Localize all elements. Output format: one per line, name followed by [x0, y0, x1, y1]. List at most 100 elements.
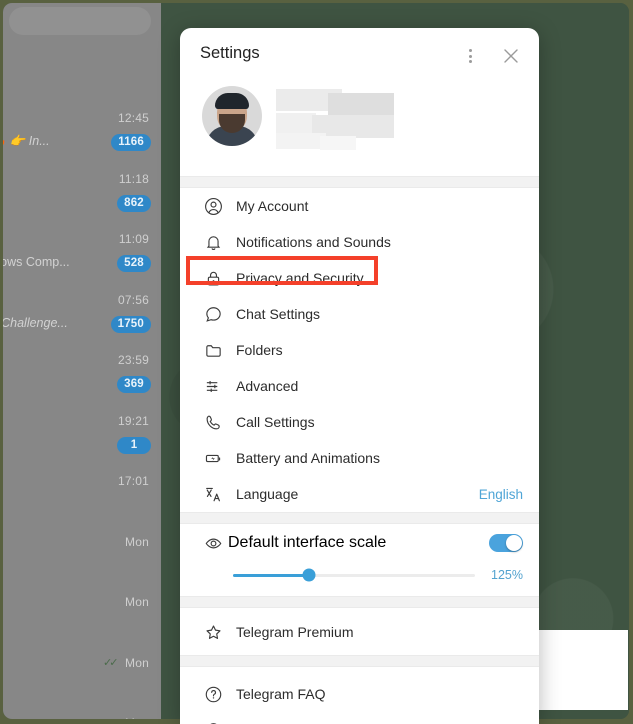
toggle-knob	[506, 535, 522, 551]
interface-scale-slider-row: 125%	[180, 560, 539, 586]
unread-badge: 1750	[110, 315, 151, 333]
chat-bubble-icon	[198, 305, 228, 324]
sidebar-item-telegram-features[interactable]: Telegram Features	[180, 712, 539, 724]
settings-menu-premium: Telegram Premium	[180, 608, 539, 655]
settings-dialog: Settings My Account Notifications and So…	[180, 28, 539, 724]
sidebar-item-telegram-faq[interactable]: Telegram FAQ	[180, 676, 539, 712]
folder-icon	[198, 341, 228, 360]
chat-snippet: ce 🔥 🔥 👉 In...	[3, 134, 50, 148]
close-icon	[504, 49, 518, 63]
list-item[interactable]: 11:18 862	[3, 169, 161, 230]
chat-time: Mon	[103, 656, 149, 670]
chat-time: 07:56	[117, 292, 149, 307]
sidebar-item-label: My Account	[236, 198, 309, 214]
list-item[interactable]: Mon	[3, 713, 161, 719]
sidebar-item-my-account[interactable]: My Account	[180, 188, 539, 224]
list-item[interactable]: 19:21 1	[3, 411, 161, 472]
default-interface-scale-row[interactable]: Default interface scale	[180, 526, 539, 560]
settings-menu-help: Telegram FAQ Telegram Features	[180, 667, 539, 724]
chat-list: 12:45 ce 🔥 🔥 👉 In... 1166 11:18 862 11:0…	[3, 108, 161, 719]
settings-menu-primary: My Account Notifications and Sounds Priv…	[180, 188, 539, 512]
sidebar-item-label: Telegram FAQ	[236, 686, 326, 702]
list-item[interactable]: Mon	[3, 532, 161, 593]
section-divider	[180, 655, 539, 667]
unread-badge: 369	[117, 376, 151, 393]
blurred-account-name	[276, 89, 394, 150]
sidebar-item-label: Folders	[236, 342, 283, 358]
sidebar-item-telegram-premium[interactable]: Telegram Premium	[180, 614, 539, 650]
close-button[interactable]	[497, 42, 525, 70]
page-title: Settings	[200, 44, 260, 62]
chat-time: 11:18	[118, 171, 149, 186]
avatar[interactable]	[202, 86, 262, 146]
language-value: English	[478, 486, 523, 502]
list-item[interactable]: 23:59 369	[3, 350, 161, 411]
interface-scale-slider[interactable]	[233, 568, 475, 582]
lightbulb-icon	[198, 721, 228, 724]
chat-time: Mon	[125, 595, 149, 609]
sidebar-item-chat-settings[interactable]: Chat Settings	[180, 296, 539, 332]
list-item[interactable]: Mon	[3, 592, 161, 653]
list-item[interactable]: 12:45 ce 🔥 🔥 👉 In... 1166	[3, 108, 161, 169]
list-item[interactable]: 11:09 ny Windows Comp... 528	[3, 229, 161, 290]
chat-time: 23:59	[117, 353, 149, 367]
more-options-button[interactable]	[456, 42, 484, 70]
translate-icon	[198, 485, 228, 504]
battery-icon	[198, 449, 228, 468]
chat-time: 11:09	[118, 232, 149, 246]
list-item[interactable]: Mon	[3, 653, 161, 714]
sidebar-item-label: Telegram Premium	[236, 624, 354, 640]
question-circle-icon	[198, 685, 228, 704]
unread-badge: 1166	[111, 134, 151, 151]
chat-time: 19:21	[117, 413, 149, 428]
chat-time: 17:01	[117, 474, 149, 488]
star-icon	[198, 623, 228, 642]
screenshot-root: 12:45 ce 🔥 🔥 👉 In... 1166 11:18 862 11:0…	[0, 0, 633, 724]
slider-thumb[interactable]	[302, 568, 316, 582]
sidebar-item-language[interactable]: Language English	[180, 476, 539, 512]
sidebar-item-label: Notifications and Sounds	[236, 234, 391, 250]
lock-icon	[198, 269, 228, 288]
interface-scale-toggle[interactable]	[489, 534, 523, 552]
sidebar-item-advanced[interactable]: Advanced	[180, 368, 539, 404]
sidebar-item-folders[interactable]: Folders	[180, 332, 539, 368]
sidebar-item-label: Call Settings	[236, 414, 315, 430]
sidebar-item-call-settings[interactable]: Call Settings	[180, 404, 539, 440]
slider-fill	[233, 573, 310, 577]
list-item[interactable]: 17:01	[3, 471, 161, 532]
chat-snippet: ion11 11Challenge...	[3, 315, 68, 330]
sidebar-item-label: Battery and Animations	[236, 450, 380, 466]
section-divider	[180, 176, 539, 188]
interface-scale-section: Default interface scale 125%	[180, 524, 539, 596]
dialog-header: Settings	[180, 28, 539, 84]
sidebar-item-label: Language	[236, 486, 299, 502]
unread-badge: 528	[117, 255, 151, 272]
interface-scale-value: 125%	[491, 568, 523, 582]
sidebar-item-label: Advanced	[236, 378, 299, 394]
user-circle-icon	[198, 197, 228, 216]
section-divider	[180, 512, 539, 524]
interface-scale-label: Default interface scale	[228, 534, 387, 551]
sidebar-item-notifications-and-sounds[interactable]: Notifications and Sounds	[180, 224, 539, 260]
kebab-menu-icon	[468, 47, 472, 66]
unread-badge: 1	[117, 436, 151, 454]
search-input[interactable]	[9, 7, 151, 35]
unread-badge: 862	[117, 194, 151, 212]
chat-time: Mon	[125, 534, 149, 549]
chat-time: Mon	[125, 716, 149, 719]
sidebar-item-label: Chat Settings	[236, 306, 321, 322]
list-item[interactable]: 07:56 ion11 11Challenge... 1750	[3, 290, 161, 351]
sidebar-item-label: Privacy and Security	[236, 270, 364, 286]
chat-snippet: ny Windows Comp...	[3, 255, 70, 269]
sidebar-item-privacy-and-security[interactable]: Privacy and Security	[180, 260, 539, 296]
eye-icon	[198, 534, 228, 553]
phone-icon	[198, 413, 228, 432]
bell-icon	[198, 233, 228, 252]
sliders-icon	[198, 377, 228, 396]
chat-time: 12:45	[117, 111, 149, 125]
section-divider	[180, 596, 539, 608]
white-overlay-box	[529, 630, 628, 710]
profile-section[interactable]	[180, 84, 539, 176]
chat-list-pane[interactable]: 12:45 ce 🔥 🔥 👉 In... 1166 11:18 862 11:0…	[3, 3, 161, 719]
sidebar-item-battery-and-animations[interactable]: Battery and Animations	[180, 440, 539, 476]
